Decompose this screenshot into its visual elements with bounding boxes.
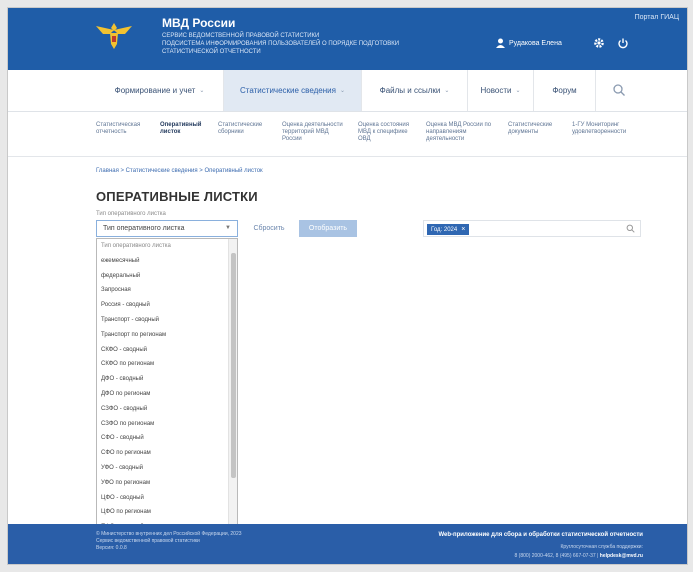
year-tag: Год: 2024 × <box>427 224 470 235</box>
scrollbar-thumb[interactable] <box>231 253 236 478</box>
dropdown-option[interactable]: СФО - сводный <box>97 431 237 446</box>
dropdown-option[interactable]: УФО - сводный <box>97 461 237 476</box>
dropdown-option[interactable]: СКФО по регионам <box>97 357 237 372</box>
user-name: Рудакова Елена <box>509 39 562 47</box>
footer-support-label: Круглосуточная служба поддержки: <box>560 544 643 550</box>
footer-email[interactable]: helpdesk@mvd.ru <box>600 553 643 559</box>
nav-item-label: Файлы и ссылки <box>379 86 441 95</box>
sheet-type-select[interactable]: Тип оперативного листка ▼ <box>96 220 238 237</box>
dropdown-option[interactable]: ЦФО - сводный <box>97 491 237 506</box>
nav-item-label: Форум <box>552 86 577 95</box>
chevron-down-icon: ⌄ <box>444 88 450 94</box>
dropdown-option[interactable]: Россия - сводный <box>97 298 237 313</box>
site-header: МВД России сервис ведомственной правовой… <box>8 8 687 70</box>
chevron-down-icon: ⌄ <box>199 88 205 94</box>
subnav-item-reporting[interactable]: Статистическая отчетность <box>96 122 152 136</box>
portal-link[interactable]: Портал ГИАЦ <box>635 14 679 21</box>
site-title[interactable]: МВД России <box>162 16 235 30</box>
dropdown-option[interactable]: ДФО по регионам <box>97 387 237 402</box>
eagle-emblem-icon <box>96 23 132 49</box>
dropdown-option[interactable]: Тип оперативного листка <box>97 239 237 254</box>
show-button[interactable]: Отобразить <box>299 220 357 237</box>
sub-nav: Статистическая отчетность Оперативный ли… <box>8 113 687 157</box>
footer-app-title: Web-приложение для сбора и обработки ста… <box>438 532 643 538</box>
sheet-type-dropdown[interactable]: Тип оперативного листка ежемесячный федера… <box>96 238 238 534</box>
type-field-label: Тип оперативного листка <box>96 211 166 217</box>
nav-item-files[interactable]: Файлы и ссылки ⌄ <box>362 70 468 111</box>
footer-copyright: © Министерство внутренних дел Российской… <box>96 531 242 552</box>
dropdown-option[interactable]: УФО по регионам <box>97 476 237 491</box>
nav-item-news[interactable]: Новости ⌄ <box>468 70 534 111</box>
page-title: ОПЕРАТИВНЫЕ ЛИСТКИ <box>96 189 258 204</box>
search-icon[interactable] <box>626 224 635 233</box>
dropdown-option[interactable]: ЦФО по регионам <box>97 505 237 520</box>
site-subtitle-line-2: подсистема информирования пользователей … <box>162 41 400 55</box>
subnav-item-collections[interactable]: Статистические сборники <box>218 122 276 136</box>
subnav-item-directions-assessment[interactable]: Оценка МВД России по направлениям деятел… <box>426 122 502 143</box>
year-filter-input[interactable]: Год: 2024 × <box>423 220 641 237</box>
dropdown-option[interactable]: СКФО - сводный <box>97 343 237 358</box>
main-nav: Формирование и учет ⌄ Статистические свед… <box>8 70 687 112</box>
dropdown-option[interactable]: ДФО - сводный <box>97 372 237 387</box>
subnav-item-ovd-assessment[interactable]: Оценка состояния МВД к специфике ОВД <box>358 122 420 143</box>
breadcrumb[interactable]: Главная > Статистические сведения > Опер… <box>96 168 263 174</box>
site-footer: © Министерство внутренних дел Российской… <box>8 524 687 564</box>
dropdown-option[interactable]: Транспорт - сводный <box>97 313 237 328</box>
nav-item-forum[interactable]: Форум <box>534 70 596 111</box>
gear-icon[interactable] <box>593 37 605 49</box>
nav-item-formation[interactable]: Формирование и учет ⌄ <box>96 70 224 111</box>
dropdown-options-list: Тип оперативного листка ежемесячный федера… <box>97 239 237 533</box>
sheet-type-select-value: Тип оперативного листка <box>103 225 185 232</box>
chevron-down-icon: ▼ <box>225 225 231 231</box>
site-subtitle: сервис ведомственной правовой статистики… <box>162 32 442 56</box>
power-icon[interactable] <box>617 37 629 49</box>
subnav-item-documents[interactable]: Статистические документы <box>508 122 566 136</box>
nav-item-label: Новости <box>480 86 512 95</box>
browser-frame: МВД России сервис ведомственной правовой… <box>7 7 688 565</box>
site-subtitle-line-1: сервис ведомственной правовой статистики <box>162 33 320 39</box>
chevron-down-icon: ⌄ <box>339 88 345 94</box>
footer-contacts: 8 (800) 2000-462, 8 (495) 667-07-37 | he… <box>514 553 643 559</box>
nav-item-statistics[interactable]: Статистические сведения ⌄ <box>224 70 362 111</box>
reset-button[interactable]: Сбросить <box>244 220 294 237</box>
footer-phone: 8 (800) 2000-462, 8 (495) 667-07-37 <box>514 553 596 559</box>
year-tag-label: Год: 2024 <box>431 226 458 233</box>
chevron-down-icon: ⌄ <box>515 88 521 94</box>
dropdown-option[interactable]: ежемесячный <box>97 254 237 269</box>
dropdown-option[interactable]: Транспорт по регионам <box>97 328 237 343</box>
dropdown-option[interactable]: СЗФО - сводный <box>97 402 237 417</box>
search-icon[interactable] <box>612 83 626 97</box>
dropdown-scrollbar[interactable]: ▼ <box>228 239 237 533</box>
footer-copyright-line: © Министерство внутренних дел Российской… <box>96 531 242 537</box>
dropdown-option[interactable]: СЗФО по регионам <box>97 417 237 432</box>
user-icon <box>496 38 505 48</box>
subnav-item-territory-assessment[interactable]: Оценка деятельности территорий МВД Росси… <box>282 122 350 143</box>
subnav-item-operational-sheet[interactable]: Оперативный листок <box>160 122 210 136</box>
close-icon[interactable]: × <box>461 226 465 233</box>
footer-version: Версия: 0.0.8 <box>96 545 127 551</box>
dropdown-option[interactable]: СФО по регионам <box>97 446 237 461</box>
dropdown-option[interactable]: федеральный <box>97 269 237 284</box>
nav-item-label: Статистические сведения <box>240 86 336 95</box>
footer-service-name: Сервис ведомственной правовой статистики <box>96 538 200 544</box>
nav-item-label: Формирование и учет <box>114 86 196 95</box>
subnav-item-monitoring[interactable]: 1-ГУ Мониторинг удовлетворенности <box>572 122 646 136</box>
user-menu[interactable]: Рудакова Елена <box>496 38 562 48</box>
dropdown-option[interactable]: Запросная <box>97 283 237 298</box>
